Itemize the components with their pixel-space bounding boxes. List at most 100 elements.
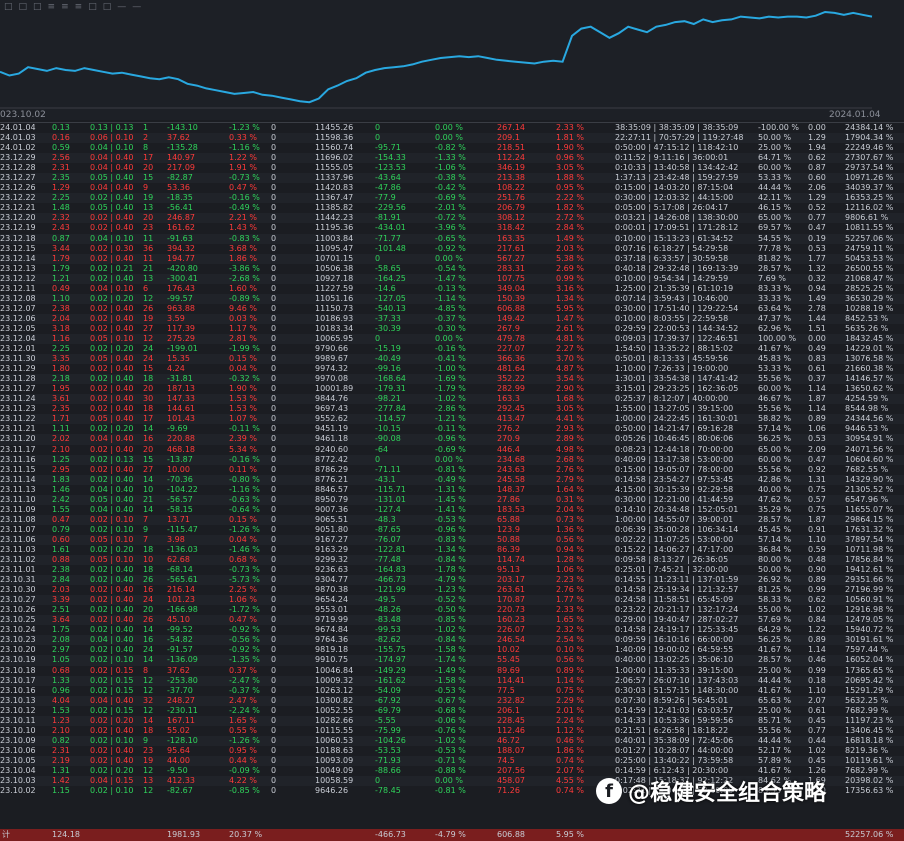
cell-profit: 37.62 — [167, 665, 190, 675]
cell-date: 23.11.03 — [0, 544, 36, 554]
cell-drawdown: -127.4 — [375, 504, 401, 514]
cell-trades: 23 — [143, 745, 154, 755]
cell-max-float-pct: 2.04 % — [556, 504, 584, 514]
cell-return-pct: 8544.98 % — [845, 404, 889, 414]
cell-return-pct: 5632.25 % — [845, 695, 889, 705]
cell-ratio: 0.45 — [808, 755, 826, 765]
cell-trades: 12 — [143, 705, 154, 715]
cell-lot-range: 0.02 | 0.40 — [90, 725, 134, 735]
cell-profit: -91.57 — [167, 645, 193, 655]
cell-max-float: 220.73 — [497, 605, 525, 615]
cell-lot-range: 0.02 | 0.40 — [90, 595, 134, 605]
watermark: f @稳健安全组合策略 — [596, 774, 826, 808]
cell-drawdown-pct: -2.01 % — [435, 203, 466, 213]
cell-ratio: 1.29 — [808, 193, 826, 203]
cell-return-pct: 20398.02 % — [845, 776, 894, 786]
cell-hold-times: 0:15:22 | 14:06:27 | 47:17:00 — [615, 544, 734, 554]
cell-ratio: 2.07 — [808, 695, 826, 705]
cell-return-pct: 17856.84 % — [845, 555, 894, 565]
cell-win-rate: 44.44 % — [758, 675, 792, 685]
cell-lot-range: 0.02 | 0.15 — [90, 665, 134, 675]
equity-line-chart — [0, 10, 873, 109]
cell-lot-range: 0.02 | 0.40 — [90, 605, 134, 615]
cell-ratio: 0.83 — [808, 354, 826, 364]
cell-hold-times: 0:10:33 | 13:40:58 | 134:42:42 — [615, 163, 739, 173]
cell-trades: 24 — [143, 595, 154, 605]
cell-hold-times: 0:40:01 | 35:38:09 | 72:45:06 — [615, 735, 734, 745]
table-row: 23.11.20 2.02 0.04 | 0.40 16 220.88 2.39 % 0 94… — [0, 434, 904, 445]
cell-profit-pct: 1.06 % — [229, 595, 257, 605]
cell-volume: 0.49 — [52, 283, 70, 293]
cell-max-float: 107.75 — [497, 273, 525, 283]
cell-return-pct: 8452.53 % — [845, 313, 889, 323]
cell-trades: 9 — [143, 735, 149, 745]
cell-profit: 217.09 — [167, 163, 195, 173]
table-row: 23.12.29 2.56 0.04 | 0.40 17 140.97 1.22 % 0 11… — [0, 153, 904, 164]
cell-col7: 0 — [271, 514, 277, 524]
cell-drawdown-pct: -0.50 % — [435, 605, 466, 615]
cell-lot-range: 0.02 | 0.15 — [90, 705, 134, 715]
cell-profit-pct: -0.49 % — [229, 203, 260, 213]
cell-date: 23.10.18 — [0, 665, 36, 675]
cell-profit-pct: -1.35 % — [229, 655, 260, 665]
cell-profit-pct: -5.73 % — [229, 575, 260, 585]
cell-profit: -82.87 — [167, 173, 193, 183]
cell-max-float-pct: 2.68 % — [556, 454, 584, 464]
cell-date: 23.10.19 — [0, 655, 36, 665]
cell-lot-range: 0.02 | 0.20 — [90, 424, 134, 434]
cell-date: 23.11.15 — [0, 464, 36, 474]
cell-max-float: 227.07 — [497, 344, 525, 354]
cell-return-pct: 34039.37 % — [845, 183, 894, 193]
cell-profit-pct: 1.90 % — [229, 384, 257, 394]
cell-date: 23.12.05 — [0, 323, 36, 333]
cell-drawdown: -48.3 — [375, 514, 396, 524]
cell-drawdown: -10.15 — [375, 424, 401, 434]
cell-balance: 11555.05 — [315, 163, 354, 173]
cell-hold-times: 0:23:22 | 20:21:17 | 132:17:24 — [615, 605, 739, 615]
cell-date: 23.11.09 — [0, 504, 36, 514]
cell-drawdown-pct: -0.84 % — [435, 555, 466, 565]
cell-win-rate: 28.57 % — [758, 655, 792, 665]
cell-drawdown: 0 — [375, 776, 381, 786]
cell-drawdown-pct: -0.72 % — [435, 213, 466, 223]
cell-balance: 10001.89 — [315, 384, 354, 394]
cell-profit: -136.09 — [167, 655, 198, 665]
cell-return-pct: 12916.98 % — [845, 605, 894, 615]
cell-trades: 20 — [143, 384, 154, 394]
cell-hold-times: 0:14:58 | 24:19:17 | 125:33:45 — [615, 625, 739, 635]
cell-hold-times: 0:05:26 | 10:46:45 | 80:06:06 — [615, 434, 734, 444]
cell-trades: 9 — [143, 524, 149, 534]
cell-max-float: 203.17 — [497, 575, 525, 585]
cell-max-float: 150.39 — [497, 293, 525, 303]
cell-return-pct: 16353.25 % — [845, 193, 894, 203]
equity-chart: □ □ □ ≡ ≡ ≡ □ □ — — 023.10.02 2024.01.04 — [0, 0, 904, 120]
cell-hold-times: 0:50:00 | 14:21:47 | 69:16:28 — [615, 424, 734, 434]
cell-max-float-pct: 2.76 % — [556, 585, 584, 595]
cell-hold-times: 0:40:09 | 13:17:38 | 53:00:00 — [615, 454, 734, 464]
cell-profit: -143.10 — [167, 123, 198, 132]
cell-drawdown-pct: -0.11 % — [435, 424, 466, 434]
cell-ratio: 0.46 — [808, 655, 826, 665]
cell-profit-pct: 0.03 % — [229, 313, 257, 323]
cell-trades: 26 — [143, 615, 154, 625]
cell-volume: 2.97 — [52, 645, 70, 655]
cell-win-rate: 81.25 % — [758, 585, 792, 595]
cell-lot-range: 0.02 | 0.20 — [90, 766, 134, 775]
cell-volume: 0.60 — [52, 534, 70, 544]
cell-profit: -70.36 — [167, 474, 193, 484]
cell-win-rate: 42.86 % — [758, 474, 792, 484]
cell-hold-times: 0:11:52 | 9:11:16 | 36:00:01 — [615, 153, 729, 163]
cell-profit-pct: 1.17 % — [229, 323, 257, 333]
cell-max-float-pct: 2.29 % — [556, 695, 584, 705]
cell-profit-pct: -0.16 % — [229, 454, 260, 464]
cell-ratio: 0.59 — [808, 544, 826, 554]
cell-balance: 10183.34 — [315, 323, 354, 333]
cell-hold-times: 0:30:00 | 17:51:40 | 129:22:54 — [615, 303, 739, 313]
cell-profit: -58.15 — [167, 504, 193, 514]
table-row: 24.01.03 0.16 0.06 | 0.10 2 37.62 0.33 % 0 1159… — [0, 133, 904, 144]
cell-volume: 2.95 — [52, 464, 70, 474]
cell-profit: 53.36 — [167, 183, 190, 193]
cell-col7: 0 — [271, 454, 277, 464]
cell-trades: 24 — [143, 354, 154, 364]
cell-win-rate: 57.14 % — [758, 534, 792, 544]
